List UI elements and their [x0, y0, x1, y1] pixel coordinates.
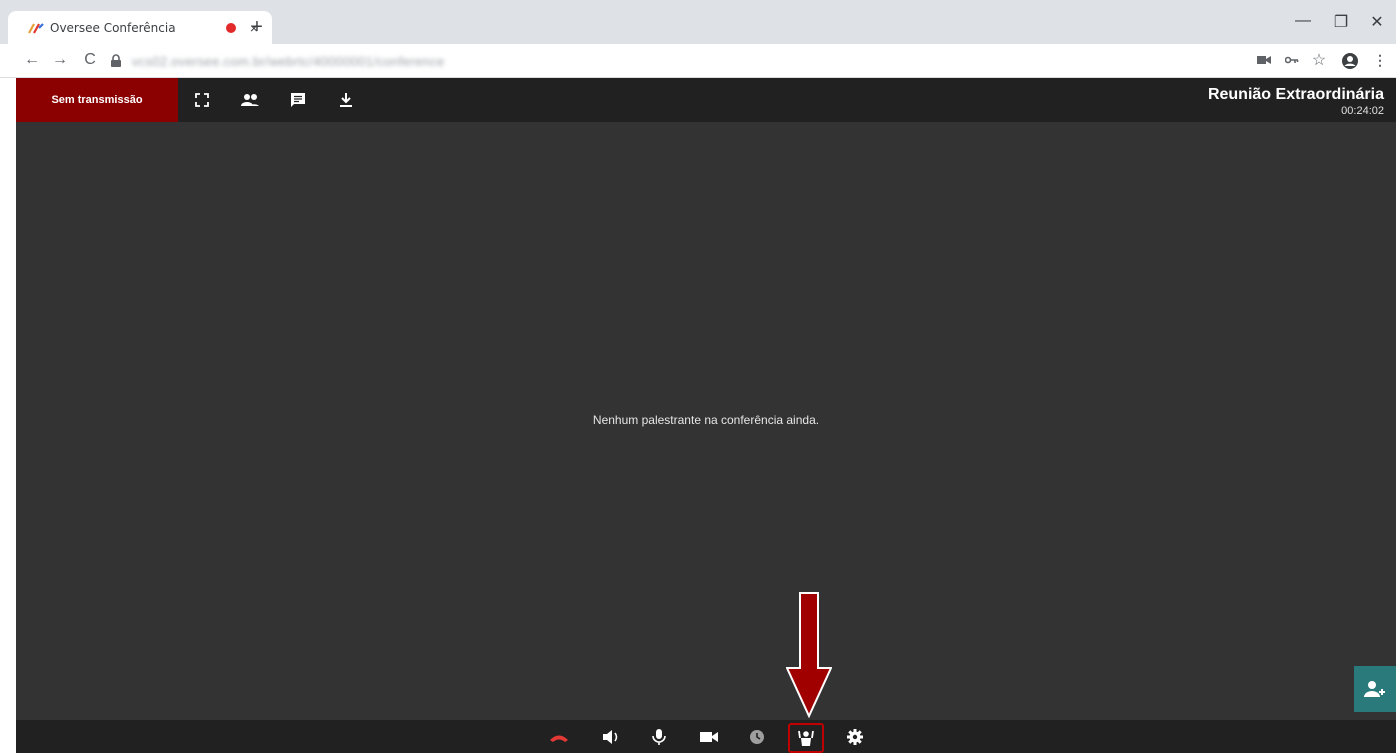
oversee-favicon-icon: [28, 20, 44, 36]
meeting-title: Reunião Extraordinária: [1207, 86, 1384, 103]
camera-icon[interactable]: [698, 726, 720, 748]
back-button[interactable]: ←: [22, 51, 42, 69]
camera-icon[interactable]: [1254, 52, 1274, 68]
reload-button[interactable]: C: [80, 51, 100, 69]
url-text: vcs02.oversee.com.br/webrtc/40000001/con…: [132, 53, 445, 69]
participants-icon[interactable]: [240, 90, 260, 110]
conference-app: Sem transmissão Reunião Extraordinária 0…: [16, 78, 1396, 753]
tab-title: Oversee Conferência: [50, 20, 176, 35]
lock-icon: [110, 54, 124, 68]
microphone-icon[interactable]: [648, 726, 670, 748]
raise-hand-icon: [798, 730, 814, 746]
raise-hand-button[interactable]: [788, 723, 824, 753]
forward-button[interactable]: →: [50, 51, 70, 69]
add-participant-button[interactable]: [1354, 666, 1396, 712]
url-field[interactable]: vcs02.oversee.com.br/webrtc/40000001/con…: [110, 49, 1240, 73]
no-speaker-message: Nenhum palestrante na conferência ainda.: [592, 413, 820, 427]
minimize-button[interactable]: —: [1288, 12, 1318, 30]
browser-address-bar: ← → C vcs02.oversee.com.br/webrtc/400000…: [0, 44, 1396, 78]
chat-icon[interactable]: [288, 90, 308, 110]
key-icon[interactable]: [1282, 52, 1302, 68]
restore-button[interactable]: ❐: [1326, 12, 1356, 32]
profile-icon[interactable]: [1340, 52, 1360, 73]
browser-tab-bar: Oversee Conferência × + — ❐ ✕: [0, 0, 1396, 44]
speaker-icon[interactable]: [600, 726, 622, 748]
download-icon[interactable]: [336, 90, 356, 110]
settings-icon[interactable]: [844, 726, 866, 748]
star-icon[interactable]: ☆: [1309, 50, 1329, 70]
annotation-arrow-icon: [786, 592, 832, 718]
add-person-icon: [1364, 681, 1385, 697]
new-tab-button[interactable]: +: [245, 16, 269, 38]
top-toolbar: Sem transmissão Reunião Extraordinária 0…: [16, 78, 1396, 122]
menu-icon[interactable]: ⋮: [1370, 52, 1390, 69]
call-controls-bar: [16, 720, 1396, 753]
meeting-elapsed-time: 00:24:02: [1341, 105, 1384, 117]
clock-icon[interactable]: [746, 726, 768, 748]
hangup-icon[interactable]: [548, 726, 570, 748]
browser-tab[interactable]: Oversee Conferência ×: [8, 11, 272, 44]
fullscreen-icon[interactable]: [192, 90, 212, 110]
window-close-button[interactable]: ✕: [1362, 12, 1392, 32]
recording-indicator-icon: [226, 22, 236, 33]
transmission-status-button[interactable]: Sem transmissão: [16, 78, 178, 122]
